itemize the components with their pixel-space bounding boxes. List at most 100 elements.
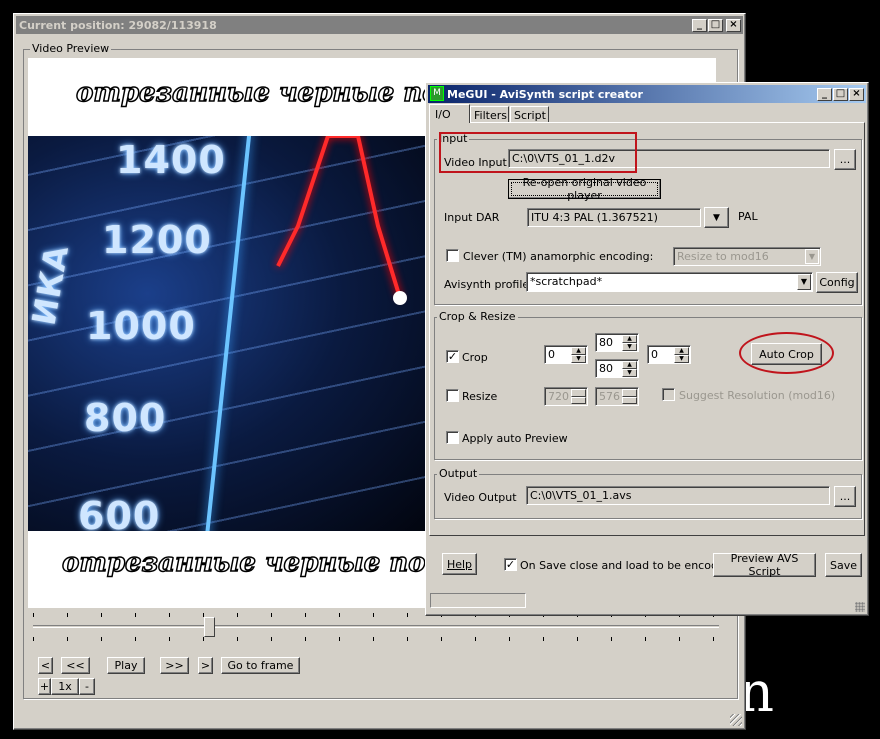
maximize-button[interactable]: □	[708, 19, 723, 32]
slider-tick	[203, 637, 204, 641]
video-preview-label: Video Preview	[30, 42, 112, 55]
resize-height-spinner[interactable]	[622, 389, 637, 404]
megui-app-icon: M	[430, 86, 444, 101]
tab-script[interactable]: Script	[510, 106, 549, 122]
rewind-button[interactable]: <<	[61, 657, 90, 674]
slider-tick	[271, 613, 272, 617]
crop-top-value: 80	[599, 336, 613, 349]
zoom-in-button[interactable]: +	[38, 678, 51, 695]
red-line	[276, 136, 407, 305]
caption-top: отрезанные черные поля	[75, 77, 480, 109]
crop-label: Crop	[462, 351, 488, 364]
config-button[interactable]: Config	[816, 272, 858, 293]
input-dar-field[interactable]: ITU 4:3 PAL (1.367521)	[527, 208, 701, 227]
status-bar-panel	[430, 593, 526, 608]
crop-left-spinner[interactable]: ▲ ▼	[571, 347, 586, 363]
slider-track	[33, 625, 719, 628]
slider-tick	[475, 637, 476, 641]
slider-tick	[577, 637, 578, 641]
slider-tick	[373, 637, 374, 641]
dialog-maximize-button[interactable]: □	[833, 88, 848, 101]
slider-tick	[67, 613, 68, 617]
resize-height-value: 576	[599, 390, 620, 403]
input-highlight-box	[439, 132, 637, 173]
go-to-frame-button[interactable]: Go to frame	[221, 657, 300, 674]
player-title: Current position: 29082/113918	[19, 19, 217, 32]
slider-tick	[203, 613, 204, 617]
dialog-close-button[interactable]: ×	[849, 88, 864, 101]
play-button[interactable]: Play	[107, 657, 145, 674]
slider-tick	[135, 613, 136, 617]
chevron-down-icon: ▼	[805, 249, 819, 264]
slider-tick	[67, 637, 68, 641]
zoom-out-button[interactable]: -	[79, 678, 95, 695]
slider-tick	[33, 637, 34, 641]
video-output-browse-button[interactable]: ...	[834, 486, 856, 507]
video-output-field[interactable]: C:\0\VTS_01_1.avs	[526, 486, 830, 505]
zoom-level-button[interactable]: 1x	[51, 678, 79, 695]
resize-height-input[interactable]: 576	[595, 387, 639, 406]
slider-tick	[407, 613, 408, 617]
position-slider[interactable]	[31, 612, 719, 642]
apply-auto-preview-label: Apply auto Preview	[462, 432, 568, 445]
slider-tick	[101, 613, 102, 617]
slider-tick	[509, 637, 510, 641]
crop-right-spinner[interactable]: ▲ ▼	[674, 347, 689, 363]
crop-right-input[interactable]: 0 ▲ ▼	[647, 345, 691, 364]
reopen-video-player-button[interactable]: Re-open original video player	[508, 176, 661, 202]
preview-avs-script-button[interactable]: Preview AVS Script	[713, 552, 816, 578]
slider-tick	[305, 637, 306, 641]
slider-tick	[441, 637, 442, 641]
crop-bottom-spinner[interactable]: ▲ ▼	[622, 361, 637, 377]
slider-tick	[169, 613, 170, 617]
resize-grip-icon[interactable]	[855, 602, 865, 612]
resize-width-input[interactable]: 720	[544, 387, 588, 406]
avisynth-profile-value: *scratchpad*	[530, 275, 603, 288]
dialog-title: MeGUI - AviSynth script creator	[447, 88, 643, 101]
slider-tick	[407, 637, 408, 641]
slider-tick	[339, 613, 340, 617]
crop-right-value: 0	[651, 348, 658, 361]
slider-tick	[611, 637, 612, 641]
clever-mode-select[interactable]: Resize to mod16 ▼	[673, 247, 821, 266]
clever-anamorphic-checkbox[interactable]	[446, 249, 459, 262]
slider-tick	[373, 613, 374, 617]
tab-io[interactable]: I/O	[429, 104, 470, 123]
crop-top-input[interactable]: 80 ▲ ▼	[595, 333, 639, 352]
slider-tick	[169, 637, 170, 641]
slider-tick	[543, 637, 544, 641]
avisynth-profile-select[interactable]: *scratchpad* ▼	[526, 272, 813, 292]
resize-grip-icon[interactable]	[730, 714, 742, 726]
player-title-bar: Current position: 29082/113918 _ □ ×	[16, 16, 743, 34]
tab-filters[interactable]: Filters	[470, 106, 509, 122]
dialog-minimize-button[interactable]: _	[817, 88, 832, 101]
crop-left-input[interactable]: 0 ▲ ▼	[544, 345, 588, 364]
slider-tick	[101, 637, 102, 641]
slider-thumb[interactable]	[203, 617, 215, 637]
resize-checkbox[interactable]	[446, 389, 459, 402]
avisynth-profile-label: Avisynth profile	[444, 278, 530, 291]
crop-resize-label: Crop & Resize	[437, 310, 518, 323]
crop-checkbox[interactable]: ✓	[446, 350, 459, 363]
slider-tick	[33, 613, 34, 617]
crop-bottom-input[interactable]: 80 ▲ ▼	[595, 359, 639, 378]
video-output-label: Video Output	[444, 491, 517, 504]
next-frame-button[interactable]: >	[198, 657, 213, 674]
on-save-close-label: On Save close and load to be encoded	[520, 559, 732, 572]
clever-anamorphic-label: Clever (TM) anamorphic encoding:	[463, 250, 654, 263]
suggest-resolution-checkbox[interactable]	[662, 388, 675, 401]
save-button[interactable]: Save	[825, 553, 862, 577]
resize-width-spinner[interactable]	[571, 389, 586, 404]
prev-frame-button[interactable]: <	[38, 657, 53, 674]
minimize-button[interactable]: _	[692, 19, 707, 32]
on-save-close-checkbox[interactable]: ✓	[504, 558, 517, 571]
close-button[interactable]: ×	[726, 19, 741, 32]
chevron-down-icon: ▼	[797, 274, 811, 290]
input-dar-dropdown-button[interactable]: ▼	[704, 207, 729, 228]
slider-tick	[305, 613, 306, 617]
video-input-browse-button[interactable]: ...	[834, 149, 856, 170]
apply-auto-preview-checkbox[interactable]	[446, 431, 459, 444]
forward-button[interactable]: >>	[160, 657, 189, 674]
crop-top-spinner[interactable]: ▲ ▼	[622, 335, 637, 351]
help-button[interactable]: Help	[442, 553, 477, 575]
